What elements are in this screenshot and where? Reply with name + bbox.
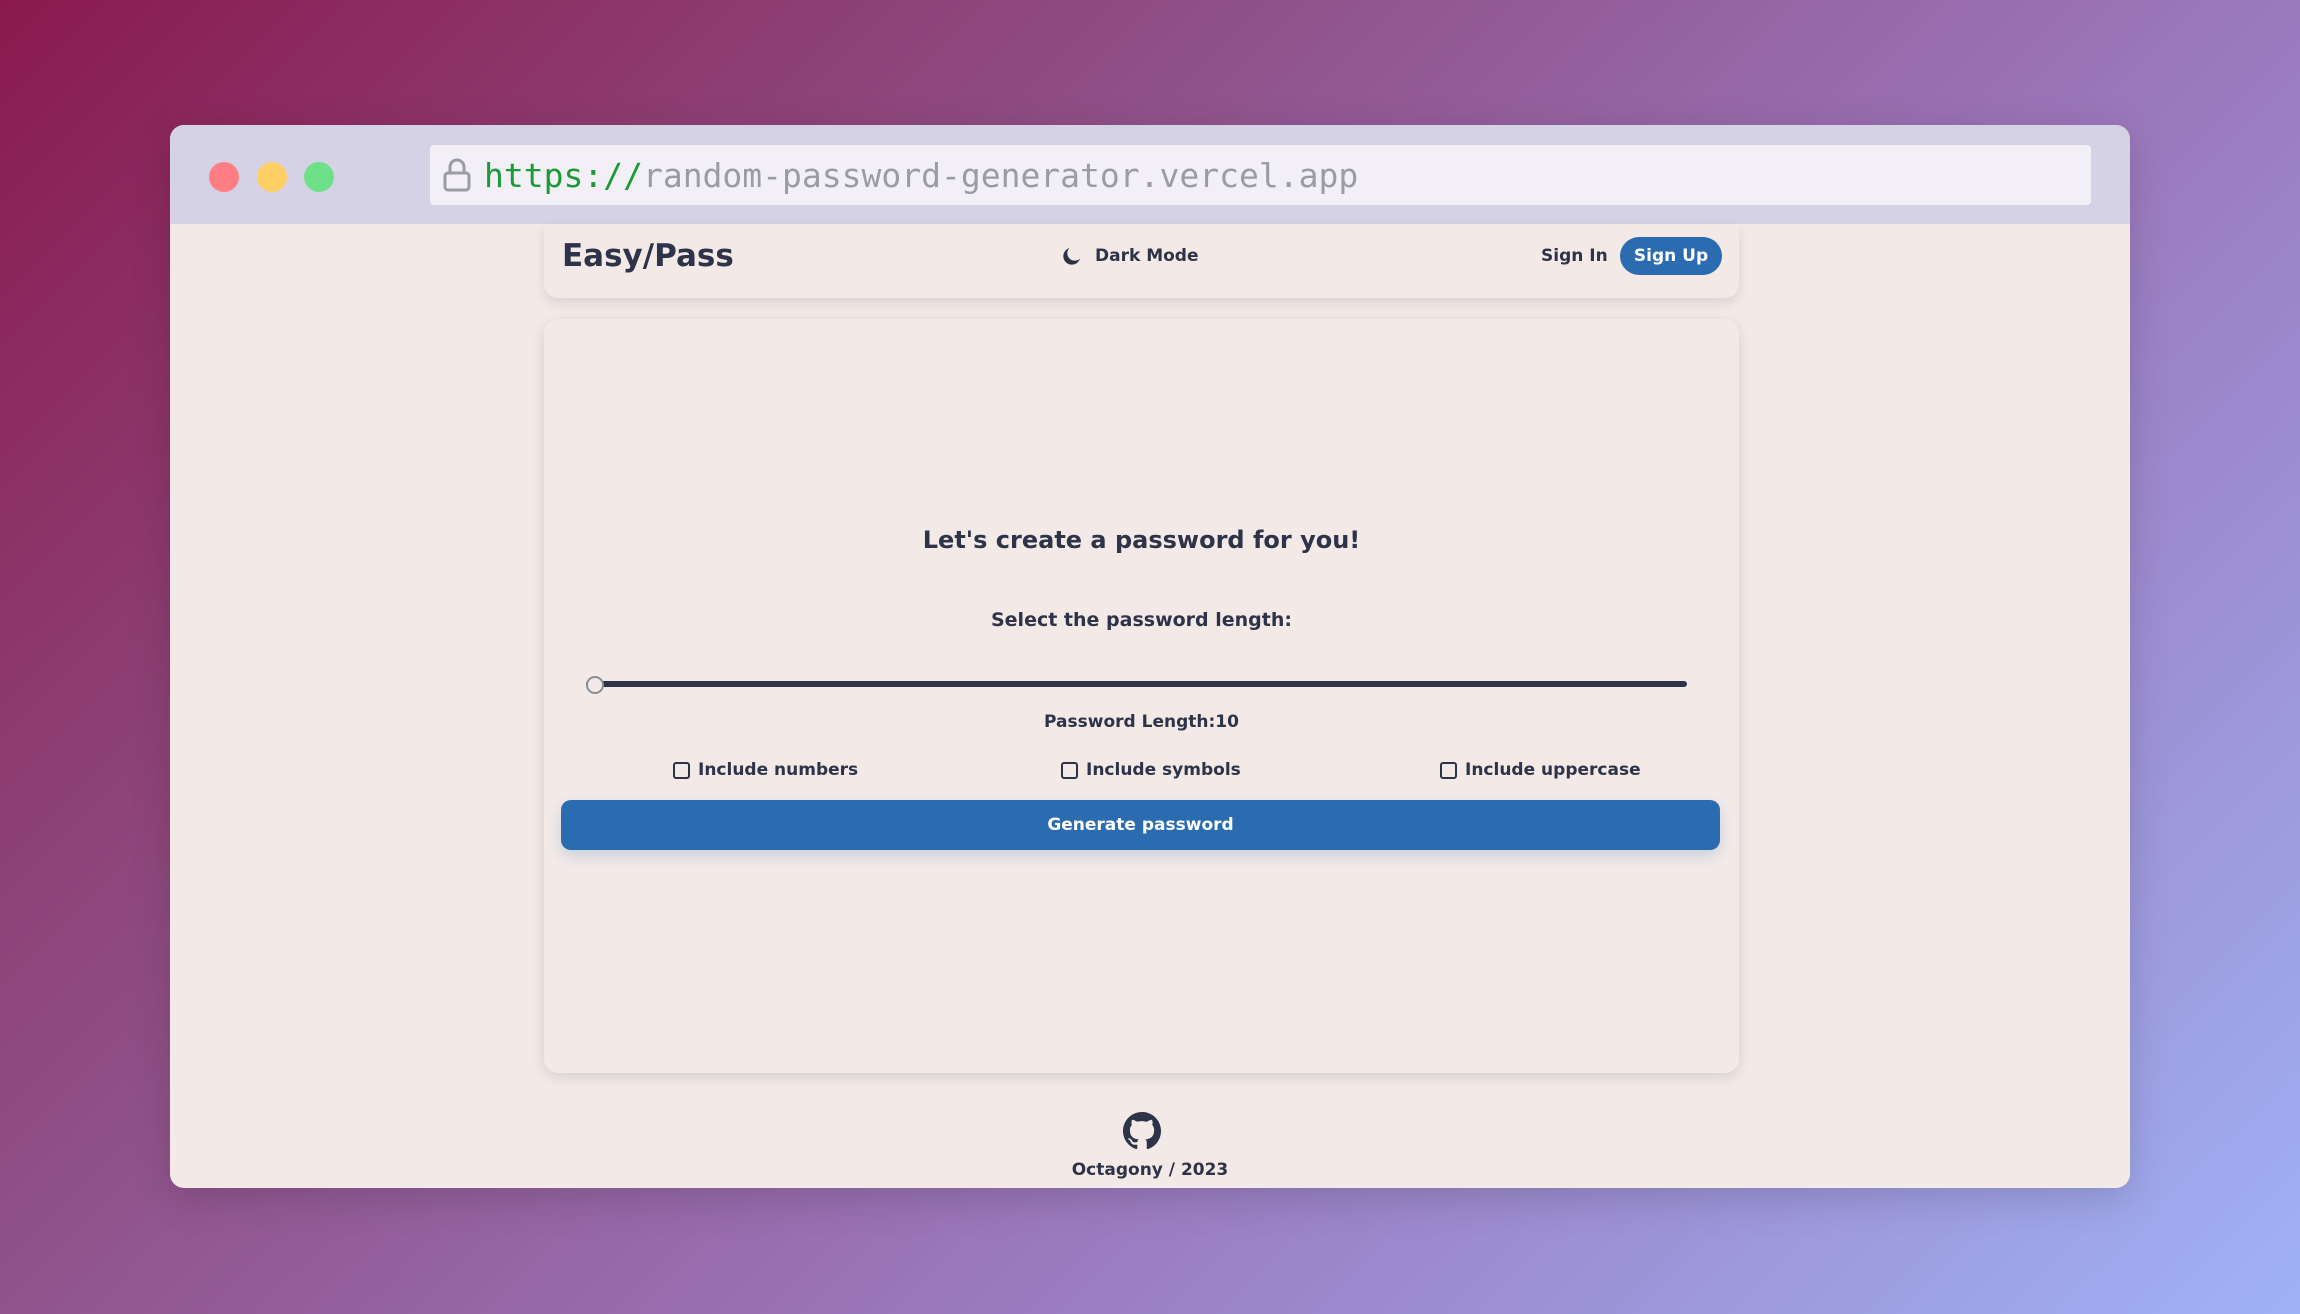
include-uppercase-label: Include uppercase (1465, 760, 1641, 780)
navbar: Easy/Pass Dark Mode Sign In Sign Up (544, 224, 1739, 298)
checkbox-box[interactable] (1440, 761, 1457, 779)
url-protocol: https:// (484, 155, 643, 195)
browser-titlebar: https://random-password-generator.vercel… (170, 125, 2130, 224)
include-numbers-label: Include numbers (698, 760, 859, 780)
browser-window: https://random-password-generator.vercel… (170, 125, 2130, 1188)
password-length-readout: Password Length:10 (1044, 712, 1239, 732)
minimize-window-button[interactable] (257, 162, 287, 192)
generator-card: Let's create a password for you! Select … (544, 319, 1739, 1073)
include-symbols-label: Include symbols (1086, 760, 1241, 780)
sign-up-button[interactable]: Sign Up (1620, 237, 1722, 275)
generate-password-button[interactable]: Generate password (561, 800, 1720, 850)
sign-in-link[interactable]: Sign In (1541, 246, 1608, 266)
password-length-slider[interactable] (586, 676, 1687, 696)
slider-track (586, 681, 1687, 687)
include-numbers-checkbox[interactable]: Include numbers (673, 760, 858, 780)
maximize-window-button[interactable] (304, 162, 334, 192)
dark-mode-toggle[interactable]: Dark Mode (1060, 244, 1199, 268)
moon-icon (1063, 248, 1080, 265)
checkbox-box[interactable] (1061, 761, 1078, 779)
slider-thumb[interactable] (586, 676, 604, 694)
checkbox-box[interactable] (673, 761, 690, 779)
page-content: Easy/Pass Dark Mode Sign In Sign Up Let'… (170, 224, 2130, 1188)
github-icon[interactable] (1123, 1112, 1161, 1150)
include-symbols-checkbox[interactable]: Include symbols (1061, 760, 1241, 780)
page-title: Let's create a password for you! (922, 526, 1361, 554)
lock-icon (442, 157, 472, 193)
close-window-button[interactable] (209, 162, 239, 192)
address-bar[interactable]: https://random-password-generator.vercel… (430, 145, 2091, 205)
options-row: Include numbers Include symbols Include … (544, 760, 1739, 790)
include-uppercase-checkbox[interactable]: Include uppercase (1440, 760, 1641, 780)
length-prompt: Select the password length: (990, 609, 1292, 631)
dark-mode-label: Dark Mode (1095, 246, 1199, 266)
brand-logo[interactable]: Easy/Pass (562, 238, 734, 274)
footer-credit: Octagony / 2023 (1071, 1160, 1229, 1180)
url-host: random-password-generator.vercel.app (642, 155, 1359, 195)
